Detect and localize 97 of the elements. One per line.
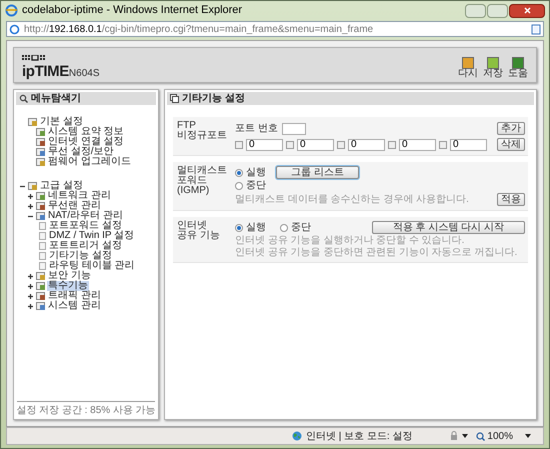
menu-item[interactable]: 네트워크 관리 [47, 191, 112, 201]
folder-icon [36, 212, 45, 220]
menu-item[interactable]: 라우팅 테이블 관리 [48, 261, 136, 271]
menu-item[interactable]: 기타기능 설정 [48, 251, 113, 261]
logo-text: ipTIME [22, 64, 69, 79]
field-label: 포워드 [177, 176, 207, 186]
checkbox[interactable] [439, 140, 447, 148]
expand-toggle[interactable] [28, 274, 33, 278]
menu-item[interactable]: 포트포워드 설정 [48, 221, 123, 231]
zoom-icon [476, 432, 486, 440]
menu-item[interactable]: 고급 설정 [39, 181, 84, 191]
folder-icon [36, 302, 45, 310]
folder-icon [28, 118, 37, 126]
folder-icon [36, 292, 45, 300]
storage-status: 설정 저장 공간 : 85% 사용 가능 [16, 405, 156, 416]
radio-button[interactable] [235, 182, 243, 190]
button[interactable]: 적용 후 시스템 다시 시작 [372, 221, 525, 234]
menu-item[interactable]: 특수기능 [47, 281, 89, 291]
port-field[interactable]: 0 [297, 138, 334, 150]
button[interactable]: 삭제 [497, 138, 525, 151]
checkbox[interactable] [388, 140, 396, 148]
checkbox[interactable] [286, 140, 294, 148]
checkbox[interactable] [337, 140, 345, 148]
globe-icon [292, 431, 302, 441]
collapse-toggle[interactable] [28, 214, 33, 218]
collapse-toggle[interactable] [20, 184, 25, 188]
folder-icon [36, 128, 45, 136]
field-label: FTP [177, 121, 196, 131]
dropdown-arrow-icon[interactable] [525, 434, 531, 438]
button[interactable]: 그룹 리스트 [276, 166, 359, 179]
zoom-level[interactable]: 100% [487, 428, 513, 444]
expand-toggle[interactable] [28, 194, 33, 198]
menu-item[interactable]: DMZ / Twin IP 설정 [48, 231, 136, 241]
menu-item[interactable]: 인터넷 연결 설정 [47, 137, 125, 147]
radio-label: 실행 [246, 222, 266, 232]
checkbox[interactable] [235, 140, 243, 148]
port-field[interactable]: 0 [450, 138, 487, 150]
field-label: 비정규포트 [177, 131, 228, 141]
folder-icon [36, 202, 45, 210]
field-label: 멀티캐스트 [177, 166, 228, 176]
menu-item[interactable]: 펌웨어 업그레이드 [47, 157, 132, 167]
menu-item[interactable]: 시스템 관리 [47, 301, 102, 311]
sidebar-title: 메뉴탐색기 [31, 94, 81, 104]
expand-toggle[interactable] [28, 284, 33, 288]
field-label: 포트 번호 [235, 122, 278, 136]
field-label: 공유 기능 [177, 231, 221, 241]
toolbar-button[interactable]: 도움 [508, 57, 528, 79]
menu-item[interactable]: 기본 설정 [39, 117, 84, 127]
radio-button[interactable] [280, 224, 288, 232]
dropdown-arrow-icon[interactable] [462, 434, 468, 438]
port-field[interactable]: 0 [399, 138, 436, 150]
close-icon [524, 7, 530, 14]
description-text: 인터넷 공유 기능을 중단하면 관련된 기능이 자동으로 꺼집니다. [235, 248, 518, 258]
menu-item[interactable]: 보안 기능 [47, 271, 92, 281]
field-label: 인터넷 [177, 221, 207, 231]
expand-toggle[interactable] [28, 204, 33, 208]
toolbar-button[interactable]: 다시 [458, 57, 478, 79]
folder-icon [36, 158, 45, 166]
description-text: 멀티캐스트 데이터를 송수신하는 경우에 사용합니다. [235, 194, 469, 204]
port-field[interactable]: 0 [348, 138, 385, 150]
window-title: codelabor-iptime - Windows Internet Explorer [22, 3, 242, 18]
radio-label: 실행 [246, 168, 266, 178]
radio-label: 중단 [291, 222, 311, 232]
folder-icon [36, 192, 45, 200]
expand-toggle[interactable] [28, 304, 33, 308]
port-number-field[interactable] [282, 122, 306, 134]
search-icon [19, 94, 28, 103]
menu-item[interactable]: 시스템 요약 정보 [47, 127, 125, 137]
settings-page-icon [170, 94, 179, 103]
button[interactable]: 적용 [497, 193, 525, 206]
menu-item[interactable]: 트래픽 관리 [47, 291, 102, 301]
panel-title: 기타기능 설정 [182, 94, 245, 104]
folder-icon [36, 138, 45, 146]
folder-icon [36, 272, 45, 280]
folder-icon [36, 148, 45, 156]
menu-item[interactable]: 포트트리거 설정 [48, 241, 123, 251]
address-field[interactable]: http://192.168.0.1/cgi-bin/timepro.cgi?tmenu=main_frame&smenu=main_frame [6, 21, 544, 37]
menu-item[interactable]: 무선랜 관리 [47, 201, 102, 211]
port-field[interactable]: 0 [246, 138, 283, 150]
radio-button[interactable] [235, 224, 243, 232]
description-text: 인터넷 공유 기능을 실행하거나 중단할 수 있습니다. [235, 236, 466, 246]
close-button[interactable] [509, 4, 545, 18]
field-label: (IGMP) [177, 186, 210, 196]
button[interactable]: 추가 [497, 122, 525, 135]
radio-button[interactable] [235, 168, 243, 176]
radio-label: 중단 [246, 181, 266, 191]
folder-icon [28, 182, 37, 190]
logo-mark-icon [22, 55, 48, 61]
toolbar-button[interactable]: 저장 [483, 57, 503, 79]
security-zone: 인터넷 | 보호 모드: 설정 [306, 430, 412, 444]
model-name: N604S [68, 68, 100, 79]
expand-toggle[interactable] [28, 294, 33, 298]
address-text: http://192.168.0.1/cgi-bin/timepro.cgi?tmenu=main_frame&smenu=main_frame [24, 22, 374, 36]
folder-icon [36, 282, 45, 290]
browser-icon [5, 4, 18, 17]
menu-item[interactable]: NAT/라우터 관리 [47, 211, 124, 221]
menu-item[interactable]: 무선 설정/보안 [47, 147, 115, 157]
